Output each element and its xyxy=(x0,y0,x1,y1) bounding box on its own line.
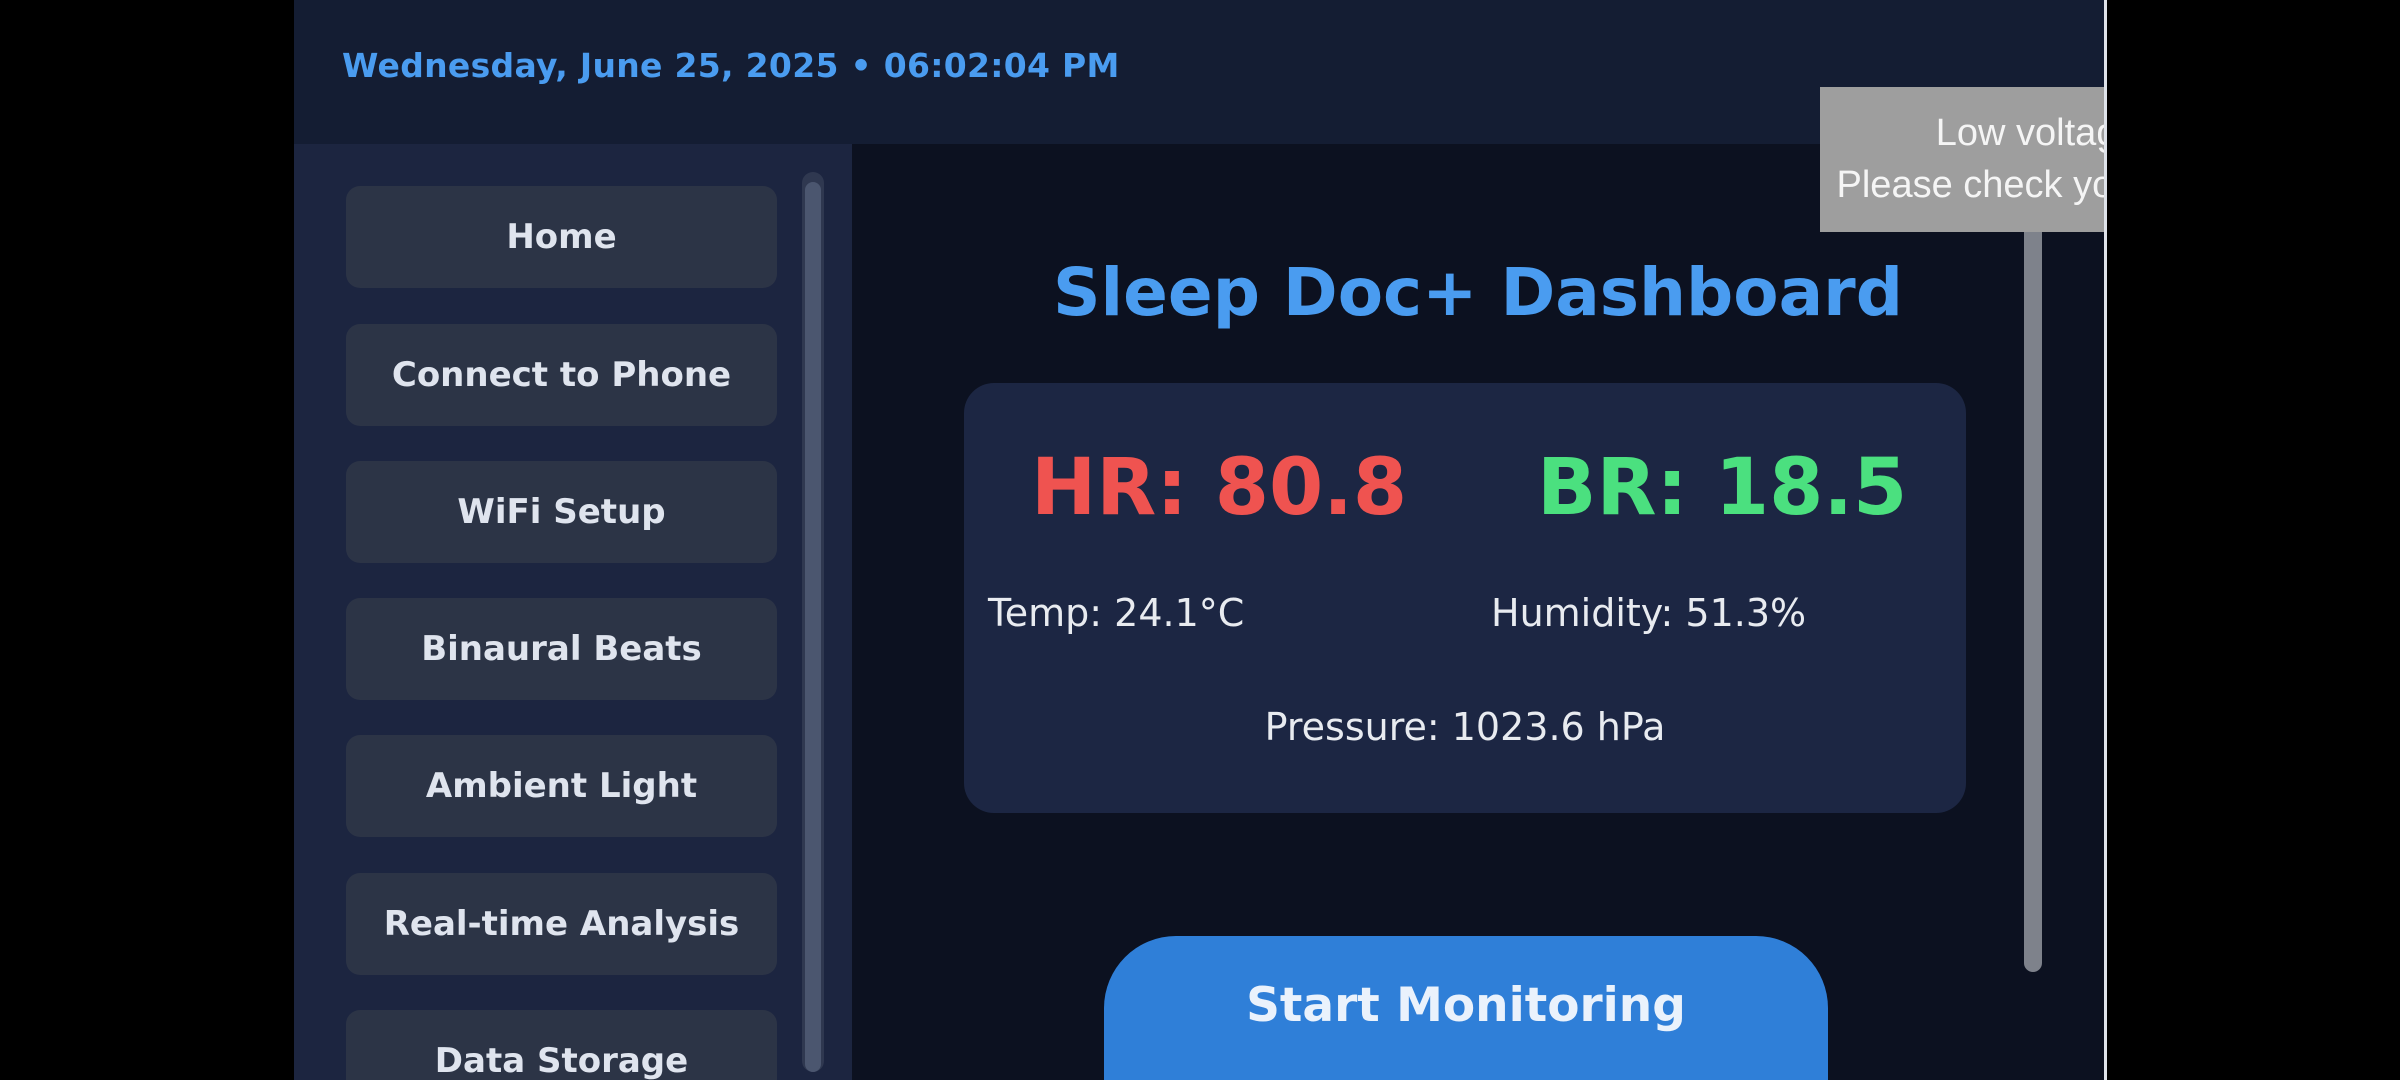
sidebar-item-wifi-setup[interactable]: WiFi Setup xyxy=(346,461,777,563)
start-monitoring-button[interactable]: Start Monitoring xyxy=(1104,936,1828,1080)
low-voltage-notification: Low voltage warning Please check your po… xyxy=(1820,87,2104,232)
notification-line-2: Please check your power supply xyxy=(1836,164,2104,206)
sidebar-item-home[interactable]: Home xyxy=(346,186,777,288)
sidebar-item-data-storage[interactable]: Data Storage xyxy=(346,1010,777,1080)
pressure-value: Pressure: 1023.6 hPa xyxy=(1264,705,1666,749)
sidebar-item-real-time-analysis[interactable]: Real-time Analysis xyxy=(346,873,777,975)
notification-line-1: Low voltage warning xyxy=(1935,112,2104,154)
screen-edge-divider xyxy=(2104,0,2107,1080)
sidebar-item-ambient-light[interactable]: Ambient Light xyxy=(346,735,777,837)
breathing-rate-value: BR: 18.5 xyxy=(1537,443,1908,533)
sidebar-item-connect-to-phone[interactable]: Connect to Phone xyxy=(346,324,777,426)
sleep-doc-app: Wednesday, June 25, 2025 • 06:02:04 PM H… xyxy=(294,0,2104,1080)
sidebar-scrollbar[interactable] xyxy=(802,172,824,1072)
sidebar: Home Connect to Phone WiFi Setup Binaura… xyxy=(294,144,852,1080)
humidity-value: Humidity: 51.3% xyxy=(1491,591,1807,635)
heart-rate-value: HR: 80.8 xyxy=(1031,443,1408,533)
dashboard-title: Sleep Doc+ Dashboard xyxy=(1053,254,1903,331)
metrics-card: HR: 80.8 BR: 18.5 Temp: 24.1°C Humidity:… xyxy=(964,383,1966,813)
temperature-value: Temp: 24.1°C xyxy=(988,591,1245,635)
datetime-display: Wednesday, June 25, 2025 • 06:02:04 PM xyxy=(342,46,1120,85)
sidebar-scrollbar-thumb[interactable] xyxy=(805,182,821,1072)
sidebar-item-binaural-beats[interactable]: Binaural Beats xyxy=(346,598,777,700)
